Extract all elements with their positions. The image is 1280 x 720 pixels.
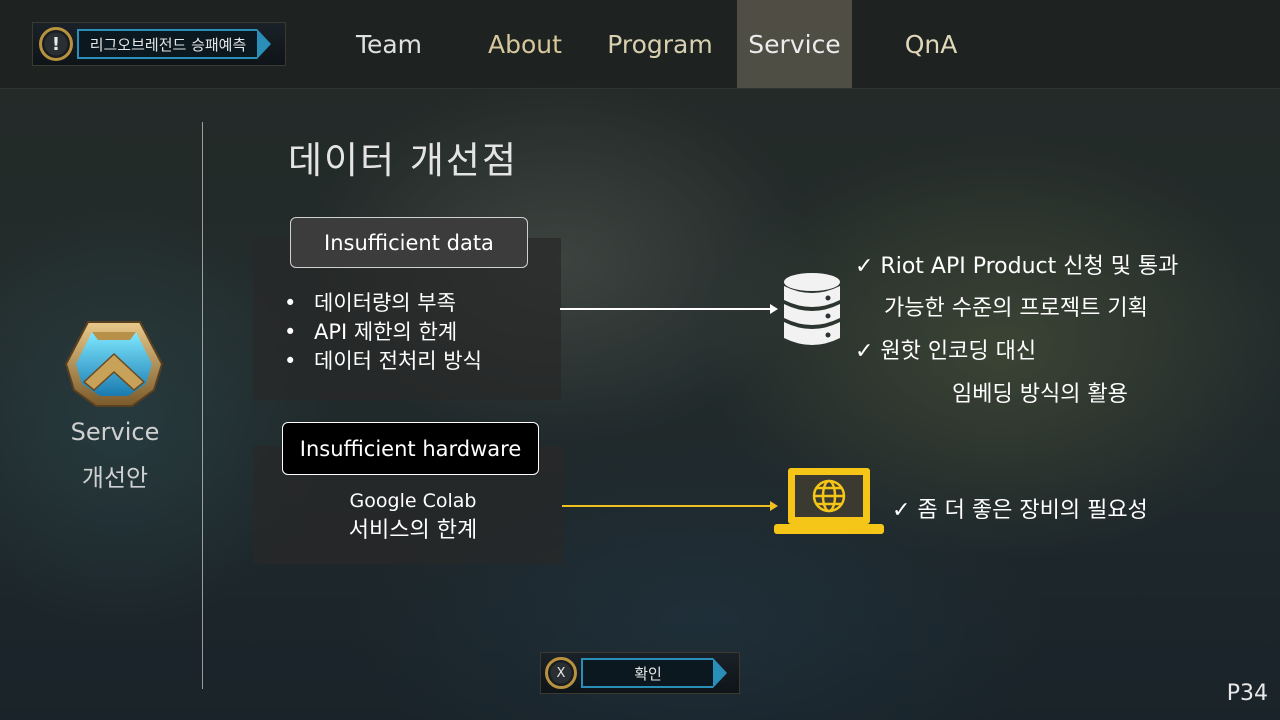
list-item: • 데이터량의 부족 [284, 289, 482, 318]
issue2-text: Google Colab 서비스의 한계 [270, 490, 556, 544]
arrow-right-icon [562, 501, 778, 511]
nav-team[interactable]: Team [330, 0, 448, 88]
issue2-text-line2: 서비스의 한계 [348, 518, 478, 543]
nav-about[interactable]: About [466, 0, 584, 88]
solution2-line2: 임베딩 방식의 활용 [952, 382, 1128, 407]
bullet-text: 데이터량의 부족 [314, 291, 456, 315]
app-title-badge[interactable]: ! 리그오브레전드 승패예측 [32, 22, 286, 66]
confirm-label-box: 확인 [581, 658, 713, 688]
nav-program-label: Program [607, 29, 713, 59]
laptop-globe-icon [774, 468, 884, 534]
background-overlay [0, 0, 1280, 720]
nav-team-label: Team [355, 29, 423, 59]
insufficient-data-label: Insufficient data [324, 230, 494, 255]
issue1-bullet-list: • 데이터량의 부족 • API 제한의 한계 • 데이터 전처리 방식 [284, 289, 482, 376]
solution1-line1: ✓ Riot API Product 신청 및 통과 [855, 254, 1179, 279]
sidebar-label-line2: 개선안 [81, 464, 149, 492]
app-title: 리그오브레전드 승패예측 [89, 35, 247, 54]
hardware-solution: ✓ 좀 더 좋은 장비의 필요성 [892, 498, 1148, 523]
nav-qna[interactable]: QnA [872, 0, 990, 88]
insufficient-data-tag: Insufficient data [290, 217, 528, 268]
solution1-line2: 가능한 수준의 프로젝트 기획 [884, 296, 1148, 321]
confirm-button[interactable]: X 확인 [540, 652, 740, 694]
nav-qna-label: QnA [904, 29, 958, 59]
bullet-text: API 제한의 한계 [314, 320, 458, 344]
sidebar-divider [202, 122, 203, 689]
confirm-label: 확인 [634, 664, 662, 683]
close-x-icon: X [545, 657, 577, 689]
issue2-text-line1: Google Colab [349, 490, 477, 512]
bullet-text: 데이터 전처리 방식 [314, 349, 482, 373]
arrow-tip [257, 29, 271, 59]
database-icon [784, 273, 840, 345]
insufficient-hardware-label: Insufficient hardware [299, 436, 522, 461]
sidebar-label-line1: Service [70, 418, 160, 446]
list-item: • 데이터 전처리 방식 [284, 347, 482, 376]
nav-about-label: About [488, 29, 562, 59]
nav-service[interactable]: Service [737, 0, 852, 88]
nav-service-label: Service [748, 29, 841, 59]
solution2-line1: ✓ 원핫 인코딩 대신 [855, 339, 1037, 364]
nav-program[interactable]: Program [598, 0, 722, 88]
page-number: P34 [1226, 681, 1268, 706]
app-title-box: 리그오브레전드 승패예측 [77, 29, 257, 59]
page-title: 데이터 개선점 [288, 139, 519, 182]
insufficient-hardware-tag: Insufficient hardware [282, 422, 539, 475]
hextech-emblem-icon [64, 321, 164, 407]
list-item: • API 제한의 한계 [284, 318, 482, 347]
arrow-right-icon [560, 304, 778, 314]
arrow-tip [713, 658, 727, 688]
exclamation-icon: ! [39, 27, 73, 61]
